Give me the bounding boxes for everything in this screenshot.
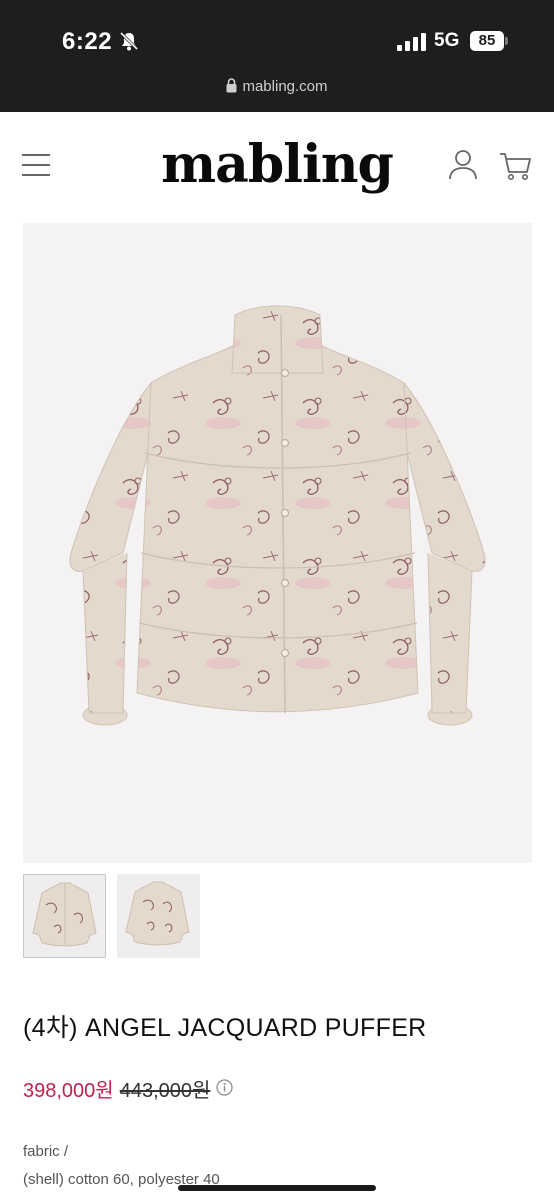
url-bar[interactable]: mabling.com: [0, 78, 554, 95]
product-main-image[interactable]: [23, 223, 532, 863]
lock-icon: [226, 78, 237, 93]
thumbnail-front[interactable]: [23, 874, 106, 958]
info-icon[interactable]: [216, 1079, 234, 1096]
status-bar: 6:22 5G 85 mabling.com: [0, 0, 554, 112]
signal-icon: [397, 33, 427, 51]
sale-price: 398,000원: [23, 1080, 114, 1102]
thumbnail-back-image: [125, 881, 190, 946]
original-price: 443,000원: [119, 1080, 211, 1102]
site-header: mabling: [0, 112, 554, 222]
thumbnail-back[interactable]: [117, 874, 200, 958]
product-title: (4차) ANGEL JACQUARD PUFFER: [23, 1014, 427, 1042]
fabric-label: fabric /: [23, 1143, 69, 1160]
silent-bell-icon: [119, 31, 139, 51]
thumbnail-front-image: [32, 882, 97, 947]
battery-nub: [505, 37, 508, 45]
status-time: 6:22: [62, 28, 113, 55]
jacket-illustration: [69, 305, 486, 726]
cart-icon[interactable]: [498, 150, 532, 182]
battery-icon: 85: [470, 31, 504, 51]
price-row: 398,000원 443,000원: [23, 1074, 234, 1103]
url-text: mabling.com: [242, 78, 328, 95]
network-type: 5G: [434, 30, 460, 51]
home-indicator[interactable]: [178, 1185, 376, 1191]
user-icon[interactable]: [448, 149, 478, 181]
